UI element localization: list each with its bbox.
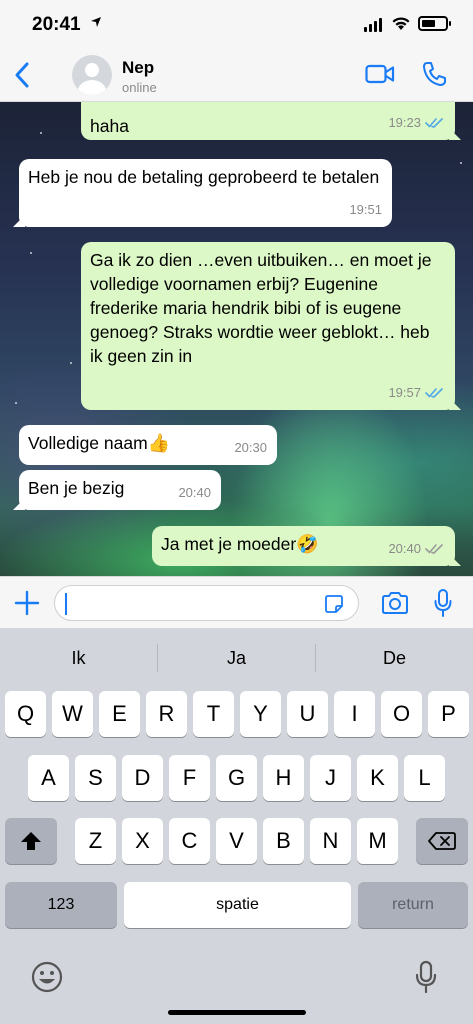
key-c[interactable]: C — [169, 818, 210, 864]
plus-icon[interactable] — [14, 590, 40, 616]
key-g[interactable]: G — [216, 755, 257, 801]
key-j[interactable]: J — [310, 755, 351, 801]
chat-area[interactable]: haha 19:23 Heb je nou de betaling geprob… — [0, 102, 473, 576]
key-o[interactable]: O — [381, 691, 422, 737]
back-chevron-icon[interactable] — [12, 60, 32, 90]
message-text: Volledige naam — [28, 433, 148, 453]
message-time: 19:57 — [388, 385, 421, 400]
backspace-key[interactable] — [416, 818, 468, 864]
suggestion-bar: Ik Ja De — [0, 628, 473, 688]
thumbs-up-emoji: 👍 — [147, 433, 171, 453]
key-n[interactable]: N — [310, 818, 351, 864]
message-text: Ga ik zo dien …even uitbuiken… en moet j… — [90, 250, 432, 366]
key-r[interactable]: R — [146, 691, 187, 737]
key-y[interactable]: Y — [240, 691, 281, 737]
suggestion-2[interactable]: Ja — [158, 648, 315, 669]
key-k[interactable]: K — [357, 755, 398, 801]
status-bar: 20:41 — [0, 0, 473, 48]
sticker-icon[interactable] — [324, 594, 344, 614]
rolling-laughing-emoji: 🤣 — [296, 534, 319, 554]
contact-status: online — [122, 80, 157, 95]
dictation-icon[interactable] — [415, 960, 437, 994]
message-text: Ben je bezig — [28, 478, 125, 498]
key-e[interactable]: E — [99, 691, 140, 737]
battery-icon — [418, 16, 451, 31]
key-b[interactable]: B — [263, 818, 304, 864]
message-time: 19:23 — [388, 115, 421, 130]
key-q[interactable]: Q — [5, 691, 46, 737]
camera-icon[interactable] — [381, 591, 409, 615]
suggestion-1[interactable]: Ik — [0, 648, 157, 669]
message-text: haha — [90, 116, 129, 136]
message-text: Ja met je moeder — [161, 534, 297, 554]
key-d[interactable]: D — [122, 755, 163, 801]
key-x[interactable]: X — [122, 818, 163, 864]
status-time: 20:41 — [32, 14, 81, 35]
suggestion-3[interactable]: De — [316, 648, 473, 669]
message-time: 19:51 — [349, 202, 382, 217]
message-bubble-outgoing[interactable]: Ja met je moeder🤣 20:40 — [152, 526, 461, 566]
microphone-icon[interactable] — [434, 588, 452, 618]
message-bubble-incoming[interactable]: Ben je bezig 20:40 — [13, 470, 221, 510]
key-u[interactable]: U — [287, 691, 328, 737]
chat-header: Nep online — [0, 48, 473, 102]
message-time: 20:40 — [388, 541, 421, 556]
message-input[interactable] — [54, 585, 359, 621]
key-a[interactable]: A — [28, 755, 69, 801]
avatar-icon[interactable] — [72, 55, 112, 95]
video-call-icon[interactable] — [365, 64, 395, 84]
key-l[interactable]: L — [404, 755, 445, 801]
wifi-icon — [392, 17, 410, 30]
backspace-icon — [428, 832, 456, 850]
key-p[interactable]: P — [428, 691, 469, 737]
message-meta: 20:40 — [388, 537, 445, 561]
message-input-bar — [0, 576, 473, 628]
emoji-icon[interactable] — [30, 960, 64, 994]
message-bubble-outgoing[interactable]: haha 19:23 — [81, 102, 461, 140]
message-meta: 20:30 — [234, 436, 267, 460]
message-bubble-incoming[interactable]: Heb je nou de betaling geprobeerd te bet… — [13, 159, 392, 227]
location-arrow-icon — [91, 17, 101, 27]
message-meta: 20:40 — [178, 481, 211, 505]
double-check-icon — [425, 118, 443, 128]
message-bubble-outgoing[interactable]: Ga ik zo dien …even uitbuiken… en moet j… — [81, 242, 461, 410]
double-check-icon — [425, 388, 443, 398]
key-w[interactable]: W — [52, 691, 93, 737]
message-time: 20:30 — [234, 440, 267, 455]
key-i[interactable]: I — [334, 691, 375, 737]
keyboard: Ik Ja De 123 spatie return QWERTYUIOPASD… — [0, 628, 473, 1024]
message-time: 20:40 — [178, 485, 211, 500]
contact-name[interactable]: Nep — [122, 58, 154, 78]
key-m[interactable]: M — [357, 818, 398, 864]
double-check-icon — [425, 544, 443, 554]
message-text: Heb je nou de betaling geprobeerd te bet… — [28, 167, 380, 187]
message-meta: 19:57 — [388, 381, 445, 405]
key-z[interactable]: Z — [75, 818, 116, 864]
message-meta: 19:51 — [349, 198, 382, 222]
key-v[interactable]: V — [216, 818, 257, 864]
space-key[interactable]: spatie — [124, 882, 351, 928]
text-caret — [65, 593, 67, 615]
message-bubble-incoming[interactable]: Volledige naam👍 20:30 — [19, 425, 277, 465]
key-h[interactable]: H — [263, 755, 304, 801]
message-meta: 19:23 — [388, 111, 445, 135]
return-key[interactable]: return — [358, 882, 468, 928]
phone-call-icon[interactable] — [422, 61, 446, 87]
signal-icon — [364, 18, 382, 32]
shift-key[interactable] — [5, 818, 57, 864]
key-f[interactable]: F — [169, 755, 210, 801]
numbers-key[interactable]: 123 — [5, 882, 117, 928]
home-indicator — [168, 1010, 306, 1015]
shift-icon — [21, 832, 41, 850]
key-t[interactable]: T — [193, 691, 234, 737]
key-s[interactable]: S — [75, 755, 116, 801]
